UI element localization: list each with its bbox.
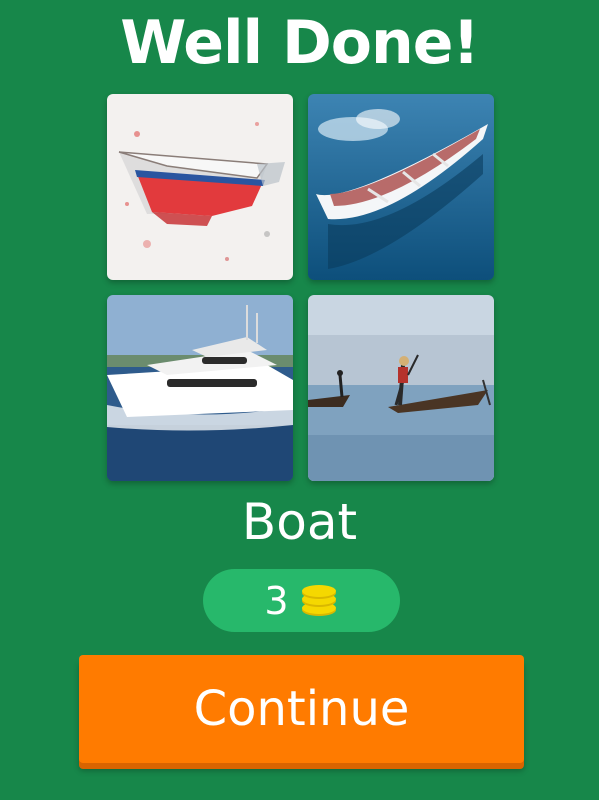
coins-icon xyxy=(301,584,336,616)
rowboat-on-water-image xyxy=(308,94,494,280)
answer-word: Boat xyxy=(241,493,358,551)
coin-reward-badge: 3 xyxy=(203,569,400,632)
continue-button[interactable]: Continue xyxy=(79,655,524,763)
fishermen-boats-image xyxy=(308,295,494,481)
watercolor-boat-image xyxy=(107,94,293,280)
page-title: Well Done! xyxy=(120,8,480,78)
reward-count: 3 xyxy=(264,578,289,623)
white-yacht-image xyxy=(107,295,293,481)
